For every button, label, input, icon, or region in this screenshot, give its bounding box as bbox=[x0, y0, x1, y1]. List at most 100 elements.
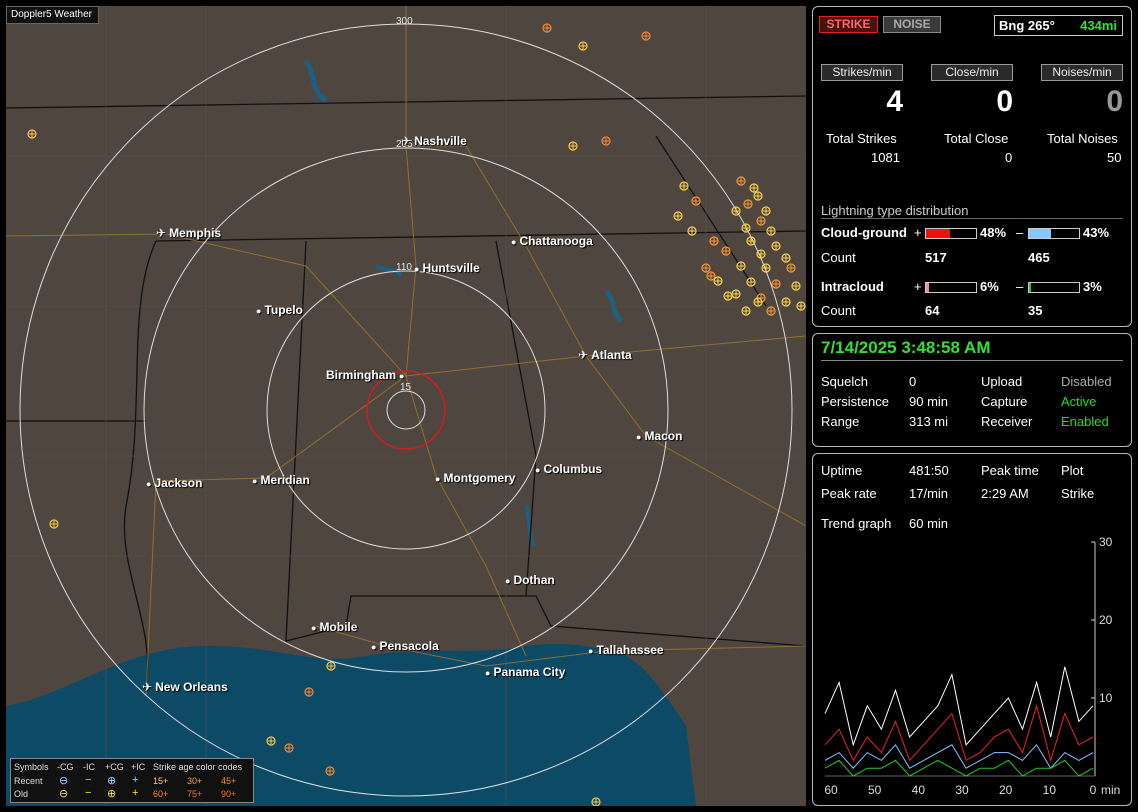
strike-marker-icon bbox=[706, 271, 716, 281]
trend-graph-value[interactable]: 60 min bbox=[909, 516, 948, 531]
distribution-divider bbox=[821, 218, 1123, 219]
strike-marker-icon bbox=[27, 129, 37, 139]
trend-series-2 bbox=[824, 743, 1094, 770]
city-macon: ● Macon bbox=[636, 429, 682, 443]
city-name: New Orleans bbox=[155, 680, 228, 694]
clock-datetime: 7/14/2025 3:48:58 AM bbox=[821, 338, 991, 357]
strike-marker-icon bbox=[709, 236, 719, 246]
airport-icon: ✈ bbox=[401, 134, 412, 148]
city-name: Panama City bbox=[493, 665, 566, 679]
cg-plus-sign: + bbox=[914, 225, 922, 240]
strike-marker-icon bbox=[713, 276, 723, 286]
legend-type-pic: +IC bbox=[131, 762, 146, 772]
strikes-per-min-header[interactable]: Strikes/min bbox=[821, 64, 903, 81]
strike-marker-icon bbox=[746, 236, 756, 246]
uptime-value: 481:50 bbox=[909, 463, 949, 478]
city-jackson: ● Jackson bbox=[146, 476, 202, 490]
strike-marker-icon bbox=[753, 191, 763, 201]
strike-button[interactable]: STRIKE bbox=[819, 16, 878, 33]
status-value-range: 313 mi bbox=[909, 414, 949, 429]
cloud-ground-label: Cloud-ground bbox=[821, 225, 907, 240]
strike-marker-icon bbox=[326, 661, 336, 671]
legend-age-15: 15+ bbox=[153, 776, 169, 786]
plot-value[interactable]: Strike bbox=[1061, 486, 1094, 501]
airport-icon: ✈ bbox=[578, 348, 589, 362]
city-dot-icon: ● bbox=[311, 623, 317, 633]
strike-marker-icon bbox=[736, 176, 746, 186]
city-dot-icon: ● bbox=[485, 668, 491, 678]
city-dot-icon: ● bbox=[414, 264, 420, 274]
strike-marker-icon bbox=[304, 687, 314, 697]
strike-marker-icon bbox=[741, 306, 751, 316]
symbol-legend: Symbols -CG -IC +CG +IC Strike age color… bbox=[10, 758, 254, 803]
peak-rate-label: Peak rate bbox=[821, 486, 877, 501]
city-dothan: ● Dothan bbox=[505, 573, 555, 587]
city-dot-icon: ● bbox=[252, 476, 258, 486]
ic-neg-pct: 3% bbox=[1083, 279, 1102, 294]
x-tick-label: 60 bbox=[824, 783, 838, 797]
city-name: Pensacola bbox=[379, 639, 439, 653]
strike-marker-icon bbox=[771, 241, 781, 251]
trend-panel: Uptime 481:50 Peak time Plot Peak rate 1… bbox=[812, 453, 1132, 806]
noises-per-min-header[interactable]: Noises/min bbox=[1041, 64, 1123, 81]
range-ring-15 bbox=[386, 390, 426, 430]
old-pos-ic-icon: + bbox=[132, 787, 139, 799]
city-dot-icon: ● bbox=[535, 465, 541, 475]
total-noises-value: 50 bbox=[1107, 150, 1122, 165]
cg-pos-count: 517 bbox=[925, 250, 947, 265]
city-huntsville: ● Huntsville bbox=[414, 261, 480, 275]
intracloud-label: Intracloud bbox=[821, 279, 884, 294]
peak-time-value: 2:29 AM bbox=[981, 486, 1029, 501]
status-label-persistence: Capture bbox=[981, 394, 1028, 409]
strike-marker-icon bbox=[781, 297, 791, 307]
strike-stats-panel: STRIKE NOISE Bng 265° 434mi Strikes/min … bbox=[812, 6, 1132, 327]
x-tick-label: 40 bbox=[912, 783, 926, 797]
airport-icon: ✈ bbox=[142, 680, 153, 694]
city-name: Meridian bbox=[260, 473, 310, 487]
city-name: Tallahassee bbox=[596, 643, 664, 657]
city-dot-icon: ● bbox=[511, 237, 517, 247]
legend-recent-label: Recent bbox=[14, 776, 43, 786]
strike-marker-icon bbox=[687, 226, 697, 236]
recent-neg-ic-icon: − bbox=[85, 774, 92, 786]
total-strikes-label: Total Strikes bbox=[826, 131, 897, 146]
strike-marker-icon bbox=[568, 141, 578, 151]
strike-marker-icon bbox=[749, 183, 759, 193]
trend-series-3 bbox=[824, 759, 1094, 777]
city-name: Atlanta bbox=[591, 348, 632, 362]
strike-marker-icon bbox=[736, 261, 746, 271]
y-tick-label: 20 bbox=[1099, 613, 1113, 627]
cg-count-label: Count bbox=[821, 250, 856, 265]
strike-marker-icon bbox=[721, 246, 731, 256]
strike-marker-icon bbox=[746, 277, 756, 287]
legend-type-ncg: -CG bbox=[57, 762, 74, 772]
lightning-map[interactable]: Doppler5 Weather 300 205 110 15 ✈ Nashvil… bbox=[6, 6, 806, 806]
strike-marker-icon bbox=[542, 23, 552, 33]
strike-marker-icon bbox=[761, 206, 771, 216]
y-tick-label: 30 bbox=[1099, 536, 1113, 549]
legend-age-title: Strike age color codes bbox=[153, 762, 243, 772]
strike-marker-icon bbox=[766, 226, 776, 236]
strike-marker-icon bbox=[743, 199, 753, 209]
distance-value: 434mi bbox=[1080, 18, 1117, 33]
noises-per-min-value: 0 bbox=[1106, 85, 1123, 118]
strike-marker-icon bbox=[641, 31, 651, 41]
cg-pos-bar bbox=[925, 228, 977, 239]
total-strikes-value: 1081 bbox=[871, 150, 900, 165]
recent-pos-cg-icon: ⊕ bbox=[107, 775, 117, 787]
ic-pos-count: 64 bbox=[925, 303, 940, 318]
x-tick-label: 20 bbox=[999, 783, 1013, 797]
strike-marker-icon bbox=[753, 297, 763, 307]
legend-age-75: 75+ bbox=[187, 789, 203, 799]
city-dot-icon: ● bbox=[636, 432, 642, 442]
city-name: Nashville bbox=[414, 134, 467, 148]
strike-marker-icon bbox=[761, 263, 771, 273]
strike-marker-icon bbox=[284, 743, 294, 753]
old-neg-cg-icon: ⊖ bbox=[59, 788, 69, 800]
city-name: Columbus bbox=[543, 462, 603, 476]
ring-label-110: 110 bbox=[396, 262, 412, 273]
trend-graph-label: Trend graph bbox=[821, 516, 892, 531]
noise-button[interactable]: NOISE bbox=[883, 16, 941, 33]
status-value-squelch: Disabled bbox=[1061, 374, 1112, 389]
close-per-min-header[interactable]: Close/min bbox=[931, 64, 1013, 81]
